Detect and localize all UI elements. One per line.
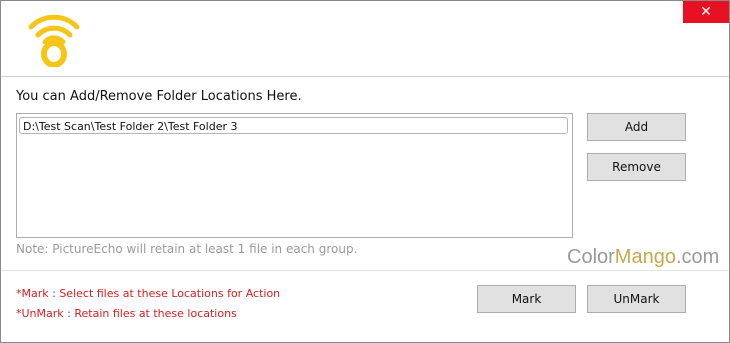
mark-button[interactable]: Mark [477,285,576,313]
dialog-header: ✕ [1,1,729,77]
watermark: ColorMango.com [567,246,720,268]
wifi-signal-logo-icon [28,14,80,67]
close-icon: ✕ [700,4,712,20]
mark-hint: *Mark : Select files at these Locations … [16,287,281,300]
retain-note: Note: PictureEcho will retain at least 1… [16,242,358,256]
list-item[interactable]: D:\Test Scan\Test Folder 2\Test Folder 3 [19,117,568,134]
remove-button[interactable]: Remove [587,153,686,181]
unmark-hint: *UnMark : Retain files at these location… [16,307,237,320]
footer-divider [1,270,729,271]
instruction-text: You can Add/Remove Folder Locations Here… [16,89,302,104]
add-button[interactable]: Add [587,113,686,141]
close-button[interactable]: ✕ [683,1,729,23]
folder-list[interactable]: D:\Test Scan\Test Folder 2\Test Folder 3 [16,113,573,238]
unmark-button[interactable]: UnMark [587,285,686,313]
folder-locations-dialog: ✕ You can Add/Remove Folder Locations He… [0,0,730,343]
